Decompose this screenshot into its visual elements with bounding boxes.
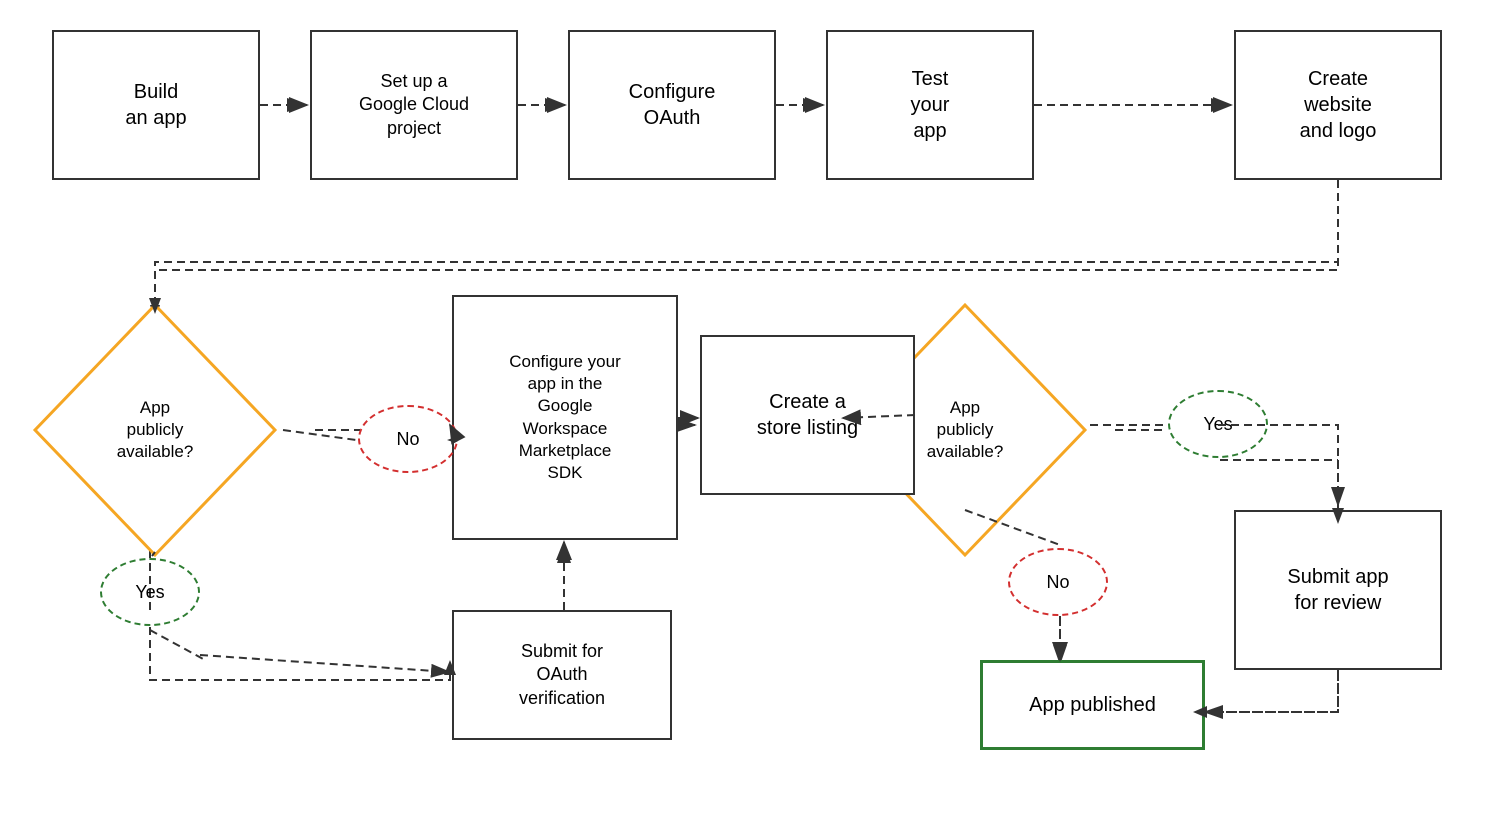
configure-workspace-box: Configure your app in the Google Workspa… — [452, 295, 678, 540]
yes-right-oval: Yes — [1168, 390, 1268, 458]
flowchart-diagram: Build an app Set up a Google Cloud proje… — [0, 0, 1494, 814]
configure-oauth-box: Configure OAuth — [568, 30, 776, 180]
test-app-box: Test your app — [826, 30, 1034, 180]
google-cloud-box: Set up a Google Cloud project — [310, 30, 518, 180]
app-public-left-diamond: Apppubliclyavailable? — [30, 300, 280, 560]
app-published-box: App published — [980, 660, 1205, 750]
submit-oauth-box: Submit for OAuth verification — [452, 610, 672, 740]
no-right-oval: No — [1008, 548, 1108, 616]
create-website-box: Create website and logo — [1234, 30, 1442, 180]
build-app-box: Build an app — [52, 30, 260, 180]
store-listing-box: Create a store listing — [700, 335, 915, 495]
yes-left-oval: Yes — [100, 558, 200, 626]
no-left-oval: No — [358, 405, 458, 473]
submit-review-box: Submit app for review — [1234, 510, 1442, 670]
